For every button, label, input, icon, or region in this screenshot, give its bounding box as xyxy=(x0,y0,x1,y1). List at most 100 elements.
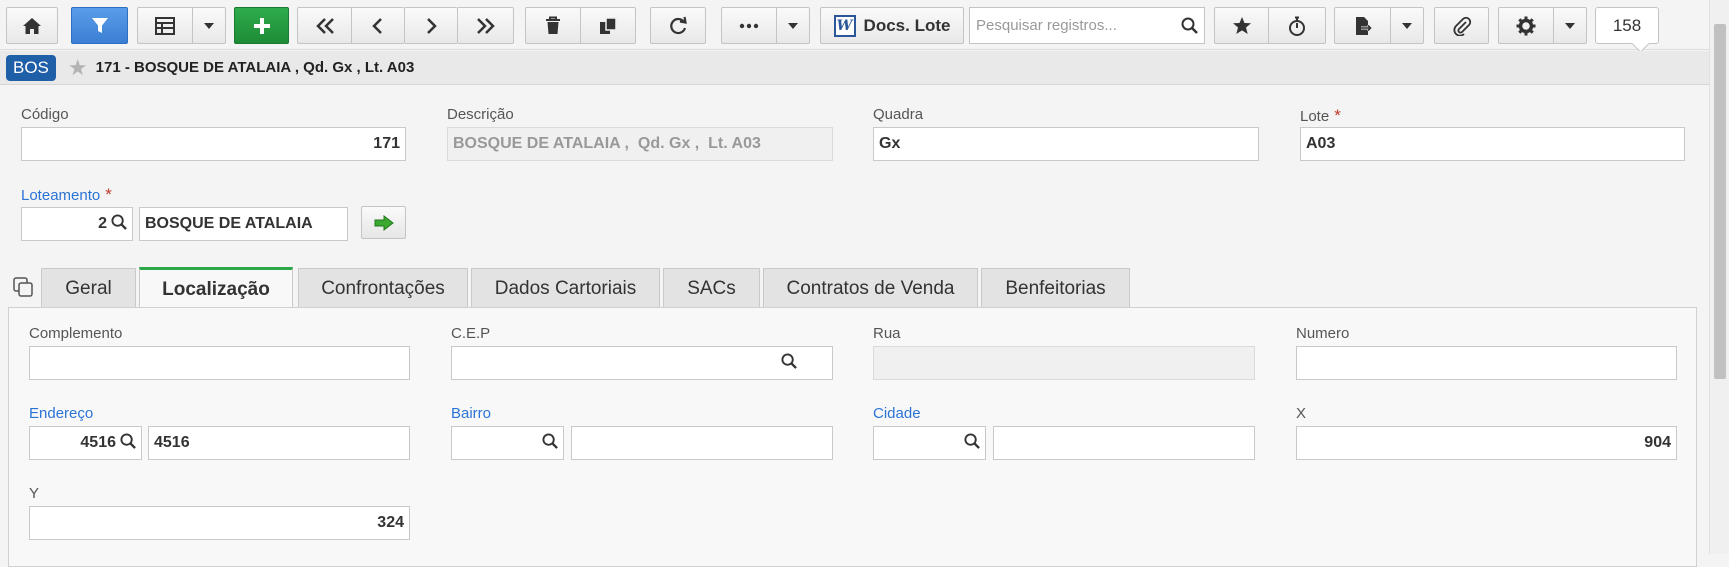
double-chevron-right-icon xyxy=(476,17,495,34)
tab-label: Confrontações xyxy=(321,277,445,299)
add-button[interactable] xyxy=(234,7,289,44)
quadra-field[interactable]: Gx xyxy=(873,127,1259,161)
last-record-button[interactable] xyxy=(458,7,514,44)
next-record-button[interactable] xyxy=(405,7,458,44)
tab-label: Contratos de Venda xyxy=(786,277,955,299)
filter-button[interactable] xyxy=(71,7,128,44)
tab-sacs[interactable]: SACs xyxy=(663,268,760,308)
loteamento-code-field[interactable]: 2 xyxy=(21,207,133,241)
bairro-label[interactable]: Bairro xyxy=(451,405,491,422)
open-loteamento-button[interactable] xyxy=(361,206,406,239)
rua-label: Rua xyxy=(873,325,901,342)
refresh-icon xyxy=(670,16,687,34)
endereco-name-field[interactable]: 4516 xyxy=(148,426,410,460)
search-icon[interactable] xyxy=(542,432,558,454)
bairro-code-field[interactable] xyxy=(451,426,564,460)
export-dropdown[interactable] xyxy=(1391,7,1424,44)
tab-localizacao[interactable]: Localização xyxy=(139,267,293,309)
descricao-label: Descrição xyxy=(447,106,514,123)
double-chevron-left-icon xyxy=(315,17,334,34)
complemento-field[interactable] xyxy=(29,346,410,380)
quadra-value: Gx xyxy=(879,135,901,152)
search-icon[interactable] xyxy=(120,432,136,454)
more-actions-button[interactable] xyxy=(721,7,777,44)
codigo-label: Código xyxy=(21,106,69,123)
docs-lote-button[interactable]: W Docs. Lote xyxy=(820,7,964,44)
descricao-value: BOSQUE DE ATALAIA , Qd. Gx , Lt. A03 xyxy=(453,135,761,152)
descricao-field: BOSQUE DE ATALAIA , Qd. Gx , Lt. A03 xyxy=(447,127,833,161)
lote-field[interactable]: A03 xyxy=(1300,127,1685,161)
loteamento-name: BOSQUE DE ATALAIA xyxy=(145,215,313,232)
page-scrollbar[interactable] xyxy=(1709,0,1729,554)
trash-icon xyxy=(546,16,560,34)
numero-label: Numero xyxy=(1296,325,1350,342)
star-outline-icon[interactable]: ★ xyxy=(68,56,88,79)
record-title-bar: BOS ★ 171 - BOSQUE DE ATALAIA , Qd. Gx ,… xyxy=(0,51,1709,85)
first-record-button[interactable] xyxy=(297,7,352,44)
loteamento-name-field[interactable]: BOSQUE DE ATALAIA xyxy=(139,207,348,241)
numero-field[interactable] xyxy=(1296,346,1677,380)
grid-view-dropdown[interactable] xyxy=(193,7,226,44)
home-icon xyxy=(23,17,41,34)
tab-benfeitorias[interactable]: Benfeitorias xyxy=(981,268,1130,308)
x-field[interactable]: 904 xyxy=(1296,426,1677,460)
ellipsis-icon xyxy=(739,23,759,28)
cep-field[interactable] xyxy=(451,346,833,380)
endereco-code-field[interactable]: 4516 xyxy=(29,426,142,460)
required-marker: * xyxy=(105,185,112,204)
refresh-button[interactable] xyxy=(650,7,706,44)
bairro-name-field[interactable] xyxy=(571,426,833,460)
tab-confrontacoes[interactable]: Confrontações xyxy=(298,268,468,308)
home-button[interactable] xyxy=(6,7,58,44)
required-marker: * xyxy=(1334,106,1341,125)
paperclip-icon xyxy=(1452,16,1471,36)
tab-geral[interactable]: Geral xyxy=(41,268,136,308)
y-field[interactable]: 324 xyxy=(29,506,410,540)
record-search-input[interactable] xyxy=(970,8,1181,43)
record-search xyxy=(969,7,1205,44)
grid-view-button[interactable] xyxy=(137,7,193,44)
plus-icon xyxy=(253,17,270,34)
arrow-right-icon xyxy=(374,214,394,231)
search-icon[interactable] xyxy=(781,352,797,374)
tab-contratos-de-venda[interactable]: Contratos de Venda xyxy=(763,268,978,308)
search-icon[interactable] xyxy=(1181,17,1206,34)
toolbar: W Docs. Lote 158 xyxy=(0,0,1709,50)
favorite-button[interactable] xyxy=(1214,7,1269,44)
loteamento-label-text: Loteamento xyxy=(21,187,101,204)
table-icon xyxy=(155,16,175,35)
codigo-field[interactable]: 171 xyxy=(21,127,406,161)
attachments-button[interactable] xyxy=(1434,7,1489,44)
y-value: 324 xyxy=(377,514,404,531)
y-label: Y xyxy=(29,485,40,502)
chevron-right-icon xyxy=(427,17,437,34)
cidade-code-field[interactable] xyxy=(873,426,986,460)
rua-field xyxy=(873,346,1255,380)
duplicate-button[interactable] xyxy=(581,7,636,44)
complemento-label: Complemento xyxy=(29,325,123,342)
export-button[interactable] xyxy=(1334,7,1391,44)
cidade-name-field[interactable] xyxy=(993,426,1255,460)
entity-badge: BOS xyxy=(6,54,56,81)
cidade-label[interactable]: Cidade xyxy=(873,405,921,422)
search-icon[interactable] xyxy=(111,213,127,235)
docs-lote-label: Docs. Lote xyxy=(863,15,951,35)
x-value: 904 xyxy=(1644,434,1671,451)
quadra-label: Quadra xyxy=(873,106,924,123)
tab-label: Dados Cartoriais xyxy=(494,277,637,299)
loteamento-label[interactable]: Loteamento * xyxy=(21,185,112,205)
settings-button[interactable] xyxy=(1498,7,1554,44)
previous-record-button[interactable] xyxy=(352,7,405,44)
settings-dropdown[interactable] xyxy=(1554,7,1587,44)
endereco-label[interactable]: Endereço xyxy=(29,405,93,422)
delete-button[interactable] xyxy=(525,7,581,44)
caret-down-icon xyxy=(204,22,214,29)
lote-label: Lote * xyxy=(1300,106,1341,126)
copy-tabs-icon[interactable] xyxy=(12,276,34,302)
timer-button[interactable] xyxy=(1269,7,1326,44)
tab-dados-cartoriais[interactable]: Dados Cartoriais xyxy=(471,268,660,308)
more-actions-dropdown[interactable] xyxy=(777,7,810,44)
loteamento-code: 2 xyxy=(98,215,107,232)
scrollbar-thumb[interactable] xyxy=(1714,24,1726,379)
search-icon[interactable] xyxy=(964,432,980,454)
